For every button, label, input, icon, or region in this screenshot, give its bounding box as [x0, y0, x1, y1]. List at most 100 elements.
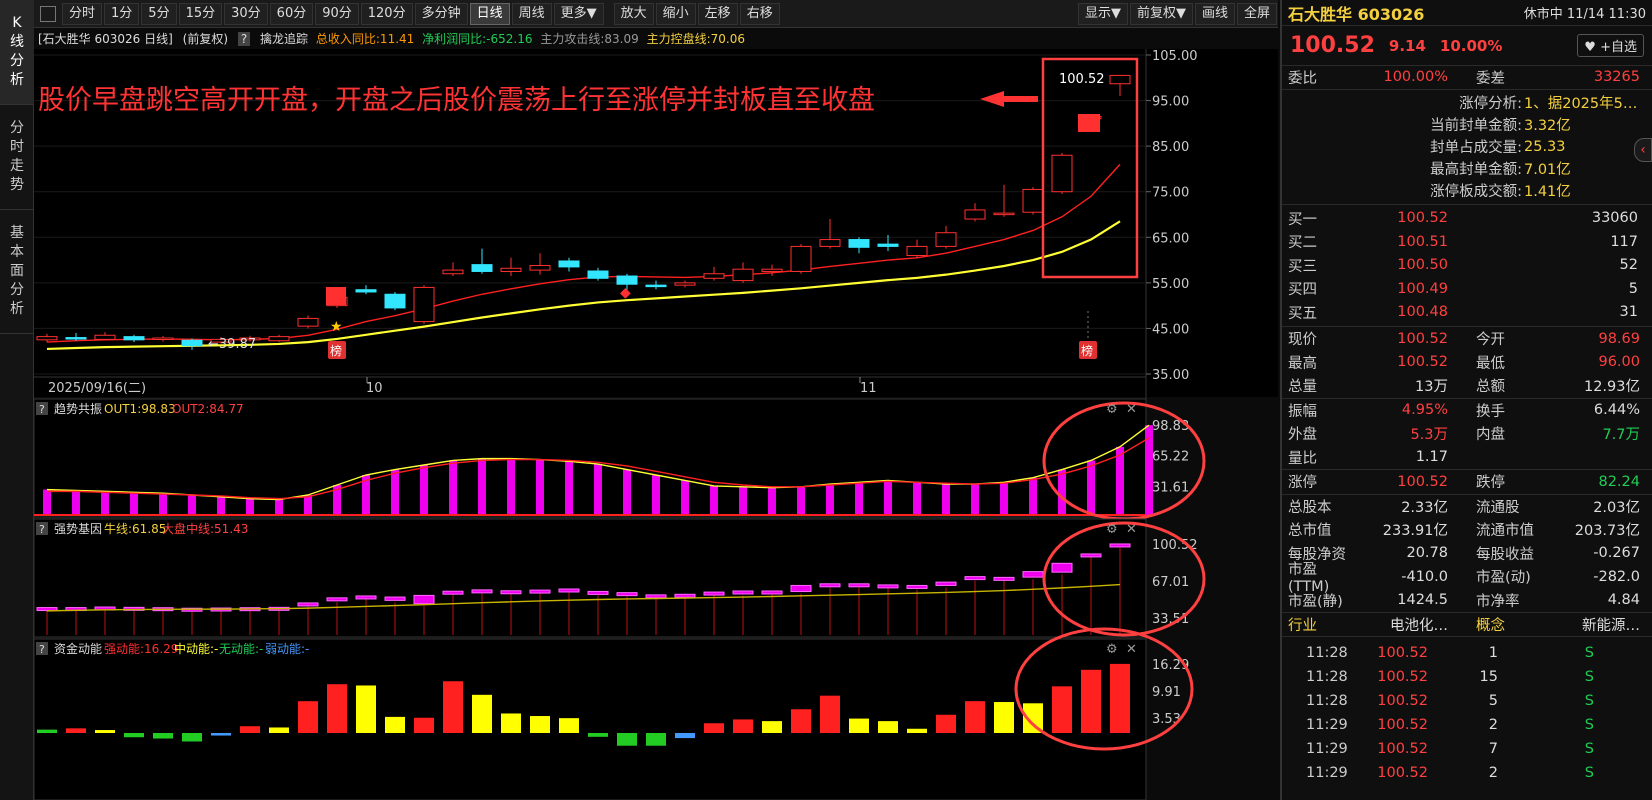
ind1-bar — [304, 495, 312, 515]
ind3-bar — [878, 721, 898, 733]
tick-time: 11:29 — [1306, 764, 1348, 781]
left-tab-2[interactable]: 基本面分析 — [0, 210, 34, 334]
ind2-box — [1022, 571, 1044, 578]
left-tab-1[interactable]: 分时走势 — [0, 105, 34, 210]
tick-volume: 15 — [1479, 668, 1498, 685]
quote-label: 振幅 — [1288, 403, 1317, 420]
ind1-bar — [565, 461, 573, 515]
tick-side: S — [1584, 764, 1594, 781]
period-tab-1[interactable]: 1分 — [104, 2, 140, 25]
add-watchlist-button[interactable]: ♥ +自选 — [1577, 34, 1644, 57]
ind1-bar — [1087, 460, 1095, 515]
indicator-name[interactable]: 擒龙追踪 — [260, 32, 308, 46]
bid-label: 买五 — [1288, 305, 1317, 322]
action-button-1[interactable]: 缩小 — [655, 2, 696, 25]
y-tick-label: 105.00 — [1152, 49, 1198, 64]
close-icon: ✕ — [1126, 642, 1137, 657]
action-button-0[interactable]: 放大 — [613, 2, 654, 25]
period-tab-11[interactable]: 更多▼ — [553, 2, 604, 25]
toolbar: 分时 1分 5分 15分 30分 60分 90分 120分 多分钟 日线 周线 更多▼ 放大 缩小 左移右… — [34, 0, 1278, 28]
candle-body — [94, 334, 116, 340]
quote-value: 203.73亿 — [1574, 523, 1640, 540]
collapse-panel-button[interactable]: ‹ — [1634, 138, 1652, 162]
toolbar-right-button-2[interactable]: 画线 — [1194, 2, 1235, 25]
left-tabs: K线分析分时走势基本面分析 — [0, 0, 34, 800]
period-tab-7[interactable]: 120分 — [360, 2, 413, 25]
ind2-box — [326, 597, 348, 602]
ind3-none: 无动能:- — [219, 642, 263, 656]
toolbar-right-button-0[interactable]: 显示▼ — [1077, 2, 1128, 25]
quote-section-3: 涨停 100.52 跌停 82.24 — [1282, 470, 1652, 495]
ind3-bar — [414, 717, 434, 733]
ind1-bar — [681, 480, 689, 515]
ind1-bar — [1000, 482, 1008, 515]
ind3-bar — [66, 728, 86, 733]
toolbar-right-button-3[interactable]: 全屏 — [1236, 2, 1277, 25]
ind2-box — [732, 590, 754, 595]
period-tab-5[interactable]: 60分 — [269, 2, 314, 25]
ind1-bar — [275, 499, 283, 515]
industry-value[interactable]: 电池化… — [1358, 614, 1448, 635]
ind3-bar — [443, 681, 463, 733]
candle-body — [761, 268, 783, 272]
action-button-3[interactable]: 右移 — [739, 2, 780, 25]
ind1-bar — [478, 458, 486, 515]
ind2-box — [645, 594, 667, 599]
period-tab-10[interactable]: 周线 — [511, 2, 552, 25]
candle-body — [732, 268, 754, 282]
period-tab-0[interactable]: 分时 — [62, 2, 103, 25]
bid-row: 买五 100.48 31 — [1282, 301, 1652, 325]
tick-row: 11:28 100.52 15 S — [1282, 665, 1652, 689]
ind3-bar — [994, 702, 1014, 733]
quote-label: 今开 — [1476, 332, 1505, 349]
quote-label: 总股本 — [1288, 499, 1332, 516]
ind1-bar — [130, 492, 138, 515]
info-line: [石大胜华 603026 日线] (前复权) ? 擒龙追踪 总收入同比:11.4… — [34, 29, 1278, 49]
tick-price: 100.52 — [1377, 668, 1428, 685]
candle-body — [703, 273, 725, 279]
ind1-bar — [420, 465, 428, 515]
candle-body — [1051, 154, 1073, 193]
ind1-bar — [739, 486, 747, 515]
period-tab-4[interactable]: 30分 — [224, 2, 268, 25]
zt-row: 封单占成交量: 25.33 — [1282, 136, 1652, 158]
bid-volume: 117 — [1610, 233, 1638, 250]
quote-row: 总市值 233.91亿 流通市值 203.73亿 — [1282, 518, 1652, 542]
bid-label: 买二 — [1288, 235, 1317, 252]
tick-time: 11:29 — [1306, 716, 1348, 733]
candle-body — [355, 289, 377, 293]
period-tab-8[interactable]: 多分钟 — [414, 2, 468, 25]
ind2-box — [703, 591, 725, 596]
x-label-nov: 11 — [860, 381, 877, 396]
layout-toggle-icon[interactable] — [40, 5, 56, 22]
period-tab-2[interactable]: 5分 — [141, 2, 177, 25]
ind3-weak: 弱动能:- — [265, 642, 309, 656]
tick-list[interactable]: 11:28 100.52 1 S 11:28 100.52 15 S 11:28 100.52 5 S… — [1282, 637, 1652, 785]
help-icon[interactable]: ? — [237, 32, 251, 46]
candle-body — [674, 282, 696, 286]
period-tab-9[interactable]: 日线 — [469, 2, 510, 25]
ind2-tick: 100.52 — [1152, 538, 1198, 553]
concept-value[interactable]: 新能源… — [1546, 614, 1640, 635]
concept-label: 概念 — [1476, 617, 1505, 634]
action-button-2[interactable]: 左移 — [697, 2, 738, 25]
zt-value: 1.41亿 — [1524, 184, 1571, 200]
period-tab-6[interactable]: 90分 — [315, 2, 359, 25]
tick-row: 11:29 100.52 7 S — [1282, 737, 1652, 761]
left-tab-0[interactable]: K线分析 — [0, 0, 34, 105]
ind2-box — [964, 576, 986, 581]
help-icon-text: ? — [39, 643, 45, 656]
ind3-bar — [153, 733, 173, 739]
period-tab-3[interactable]: 15分 — [178, 2, 223, 25]
bid-label: 买四 — [1288, 282, 1317, 299]
ind2-box — [1080, 553, 1102, 558]
chart-area[interactable]: 105.00 95.00 85.00 75.00 65.00 55.00 45.00 35.0… — [33, 49, 1278, 800]
tick-volume: 7 — [1488, 740, 1498, 757]
kline-svg[interactable]: 105.00 95.00 85.00 75.00 65.00 55.00 45.00 35.0… — [33, 49, 1278, 800]
zt-value[interactable]: 1、据2025年5… — [1522, 92, 1637, 113]
industry-label: 行业 — [1288, 617, 1317, 634]
chart-actions: 放大 缩小 左移 右移 — [613, 2, 781, 25]
ind3-bar — [849, 718, 869, 733]
ind2-box — [616, 592, 638, 597]
toolbar-right-button-1[interactable]: 前复权▼ — [1129, 2, 1193, 25]
